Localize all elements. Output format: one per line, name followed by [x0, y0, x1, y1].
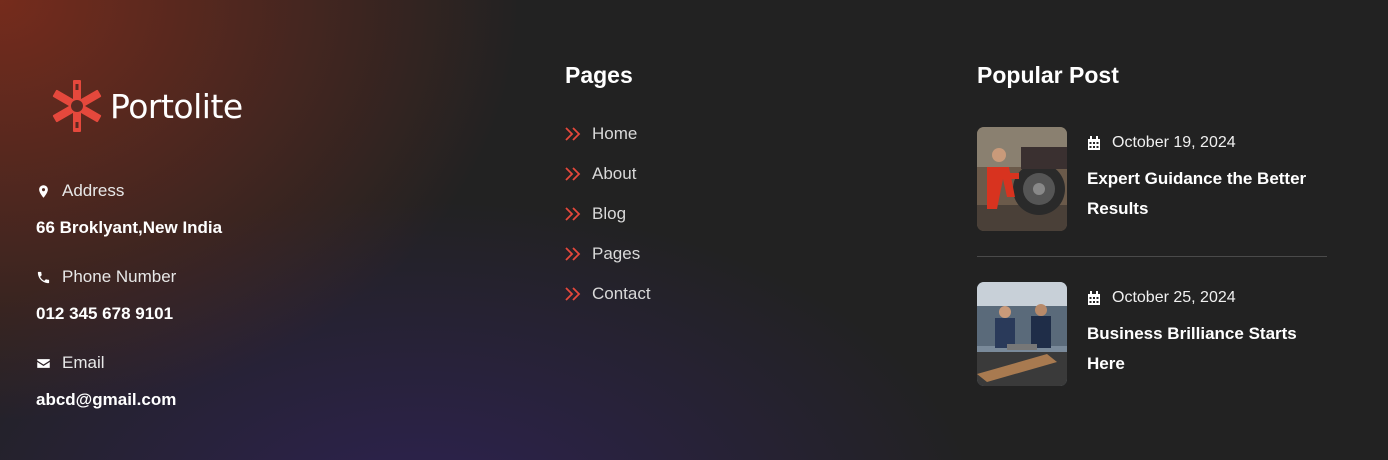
map-pin-icon	[39, 184, 48, 198]
pages-link-pages[interactable]: Pages	[565, 242, 651, 266]
post-thumbnail[interactable]	[977, 282, 1067, 386]
email-value[interactable]: abcd@gmail.com	[36, 390, 176, 410]
double-chevron-right-icon	[565, 127, 581, 141]
email-label: Email	[62, 353, 105, 372]
double-chevron-right-icon	[565, 287, 581, 301]
popular-post-item: October 19, 2024 Expert Guidance the Bet…	[977, 127, 1327, 231]
double-chevron-right-icon	[565, 247, 581, 261]
mechanics-workshop-image	[977, 282, 1067, 386]
post-divider	[977, 256, 1327, 257]
mechanic-tire-image	[977, 127, 1067, 231]
address-label: Address	[62, 181, 125, 200]
calendar-icon	[1088, 135, 1100, 150]
brand-logo[interactable]: Portolite	[52, 80, 243, 132]
pages-link-label: Blog	[592, 204, 627, 223]
contact-email: Email abcd@gmail.com	[36, 353, 176, 410]
pages-link-contact[interactable]: Contact	[565, 282, 651, 306]
site-footer: Portolite Address 66 Broklyant,New India…	[0, 0, 1388, 460]
logo-icon	[52, 80, 102, 132]
phone-label: Phone Number	[62, 267, 177, 286]
pages-nav: Home About Blog Pages Contact	[565, 122, 651, 322]
envelope-icon	[37, 358, 50, 368]
post-thumbnail[interactable]	[977, 127, 1067, 231]
post-title-link[interactable]: Expert Guidance the Better Results	[1087, 164, 1327, 224]
phone-value[interactable]: 012 345 678 9101	[36, 304, 176, 324]
post-title-link[interactable]: Business Brilliance Starts Here	[1087, 319, 1327, 379]
pages-link-blog[interactable]: Blog	[565, 202, 651, 226]
calendar-icon	[1088, 290, 1100, 305]
post-date: October 25, 2024	[1112, 289, 1236, 306]
pages-link-label: About	[592, 164, 637, 183]
address-value: 66 Broklyant,New India	[36, 218, 223, 237]
pages-heading: Pages	[565, 62, 633, 88]
phone-icon	[37, 271, 50, 283]
pages-link-home[interactable]: Home	[565, 122, 651, 146]
contact-phone: Phone Number 012 345 678 9101	[36, 267, 176, 324]
pages-link-label: Home	[592, 124, 638, 143]
pages-link-about[interactable]: About	[565, 162, 651, 186]
pages-link-label: Contact	[592, 284, 651, 303]
contact-address: Address 66 Broklyant,New India	[36, 181, 222, 238]
double-chevron-right-icon	[565, 207, 581, 221]
popular-post-item: October 25, 2024 Business Brilliance Sta…	[977, 282, 1327, 386]
pages-link-label: Pages	[592, 244, 641, 263]
double-chevron-right-icon	[565, 167, 581, 181]
brand-name: Portolite	[110, 86, 243, 126]
popular-post-heading: Popular Post	[977, 62, 1119, 88]
post-date: October 19, 2024	[1112, 134, 1236, 151]
